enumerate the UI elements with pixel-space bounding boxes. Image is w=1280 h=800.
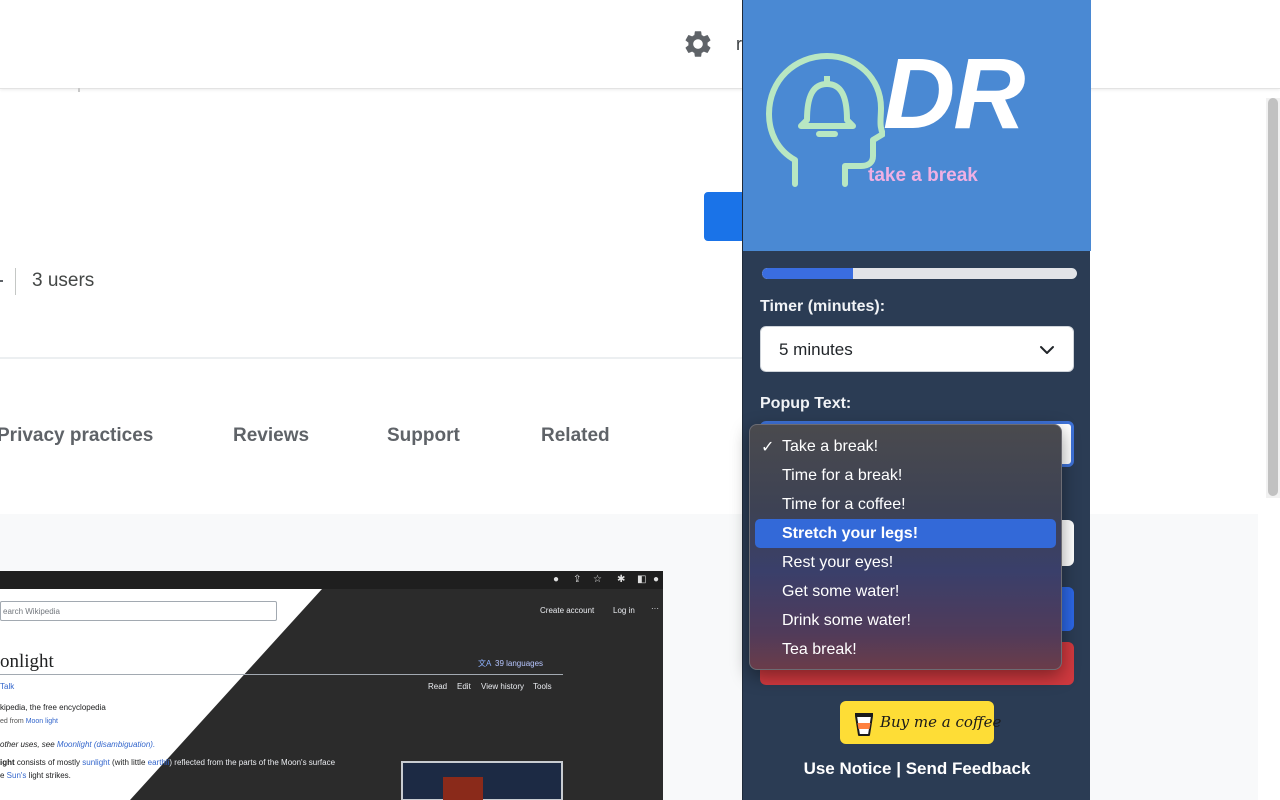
- translate-icon: 文A: [478, 659, 492, 668]
- head-bell-icon: [766, 53, 885, 187]
- dropdown-option-take-a-break[interactable]: ✓ Take a break!: [755, 432, 1056, 461]
- wiki-line: kipedia, the free encyclopedia: [0, 703, 106, 712]
- dropdown-option-time-for-a-break[interactable]: Time for a break!: [755, 461, 1056, 490]
- rating-star-edge: [0, 280, 3, 282]
- dropdown-option-label: Get some water!: [782, 583, 900, 600]
- timer-label: Timer (minutes):: [760, 298, 886, 315]
- wiki-tools: Tools: [533, 682, 552, 691]
- tab-support[interactable]: Support: [387, 425, 460, 447]
- wiki-talk: Talk: [0, 682, 15, 691]
- wiki-line: ed from Moon light: [0, 718, 58, 725]
- more-icon: ···: [651, 604, 659, 613]
- user-count: 3 users: [32, 270, 95, 291]
- gallery-screenshot[interactable]: ● ⇪ ☆ ✱ ◧ ● earch Wikipedia Create accou…: [0, 571, 663, 800]
- divider: [0, 674, 563, 675]
- buy-me-a-coffee-button[interactable]: Buy me a coffee: [840, 701, 1001, 744]
- coffee-cup-icon: [855, 713, 873, 736]
- extension-icon: ✱: [617, 574, 626, 585]
- dropdown-option-stretch-your-legs[interactable]: Stretch your legs!: [755, 519, 1056, 548]
- photo-detail: [443, 777, 483, 800]
- wiki-line: e Sun's light strikes.: [0, 771, 71, 780]
- timer-select[interactable]: 5 minutes: [760, 326, 1074, 372]
- dropdown-option-time-for-a-coffee[interactable]: Time for a coffee!: [755, 490, 1056, 519]
- wiki-languages: 39 languages: [495, 659, 544, 668]
- share-icon: ⇪: [573, 574, 582, 585]
- popup-footer: Use Notice | Send Feedback: [743, 759, 1091, 779]
- store-tabs: Privacy practices Reviews Support Relate…: [0, 425, 742, 455]
- chevron-down-icon: [1040, 346, 1054, 354]
- tab-privacy-practices[interactable]: Privacy practices: [0, 425, 153, 447]
- wiki-log-in: Log in: [613, 606, 635, 615]
- profile-icon: ●: [653, 574, 660, 585]
- star-icon: ☆: [593, 574, 602, 585]
- wiki-line: other uses, see Moonlight (disambiguatio…: [0, 740, 156, 749]
- wiki-view-history: View history: [481, 682, 524, 691]
- use-notice-link[interactable]: Use Notice: [804, 759, 892, 778]
- checkmark-icon: ✓: [761, 439, 775, 456]
- wiki-read: Read: [428, 682, 448, 691]
- dropdown-option-label: Stretch your legs!: [782, 525, 919, 542]
- divider: [15, 268, 16, 295]
- sidebar-icon: ◧: [637, 574, 647, 585]
- dropdown-option-label: Time for a coffee!: [782, 496, 906, 513]
- divider: [0, 357, 742, 359]
- bmc-label: Buy me a coffee: [880, 713, 1002, 731]
- dropdown-option-label: Drink some water!: [782, 612, 911, 629]
- dropdown-option-drink-some-water[interactable]: Drink some water!: [755, 606, 1056, 635]
- scrollbar-thumb[interactable]: [1268, 98, 1278, 496]
- wiki-search-input: earch Wikipedia: [0, 601, 277, 621]
- logo-tagline: take a break: [868, 165, 978, 186]
- dropdown-option-get-some-water[interactable]: Get some water!: [755, 577, 1056, 606]
- timer-select-value: 5 minutes: [779, 340, 853, 359]
- wiki-line: ight consists of mostly sunlight (with l…: [0, 758, 336, 767]
- divider: [78, 88, 80, 92]
- popup-header: DR take a break: [743, 0, 1091, 251]
- progress-fill: [762, 268, 854, 279]
- send-feedback-link[interactable]: Send Feedback: [906, 759, 1031, 778]
- chrome-icon: ●: [553, 574, 560, 585]
- extension-popup: DR take a break Timer (minutes): 5 minut…: [742, 0, 1091, 800]
- gear-icon[interactable]: [682, 28, 714, 60]
- dropdown-option-label: Tea break!: [782, 641, 857, 658]
- wiki-edit: Edit: [457, 682, 471, 691]
- footer-separator: |: [896, 759, 901, 778]
- logo-text: DR: [883, 38, 1025, 150]
- dropdown-option-label: Take a break!: [782, 438, 879, 455]
- tab-reviews[interactable]: Reviews: [233, 425, 309, 447]
- page: r 3 users Privacy practices Reviews Supp…: [0, 0, 1280, 800]
- dropdown-option-label: Time for a break!: [782, 467, 903, 484]
- dropdown-option-tea-break[interactable]: Tea break!: [755, 635, 1056, 664]
- dropdown-option-label: Rest your eyes!: [782, 554, 894, 571]
- timer-progress-bar: [762, 268, 1077, 279]
- tab-related[interactable]: Related: [541, 425, 610, 447]
- browser-toolbar: ● ⇪ ☆ ✱ ◧ ●: [0, 571, 663, 589]
- dropdown-option-rest-your-eyes[interactable]: Rest your eyes!: [755, 548, 1056, 577]
- wiki-title: onlight: [0, 651, 54, 672]
- popup-text-dropdown-list: ✓ Take a break! Time for a break! Time f…: [749, 424, 1062, 670]
- popup-text-label: Popup Text:: [760, 395, 852, 412]
- wiki-photo: [401, 761, 563, 800]
- wiki-create-account: Create account: [540, 606, 595, 615]
